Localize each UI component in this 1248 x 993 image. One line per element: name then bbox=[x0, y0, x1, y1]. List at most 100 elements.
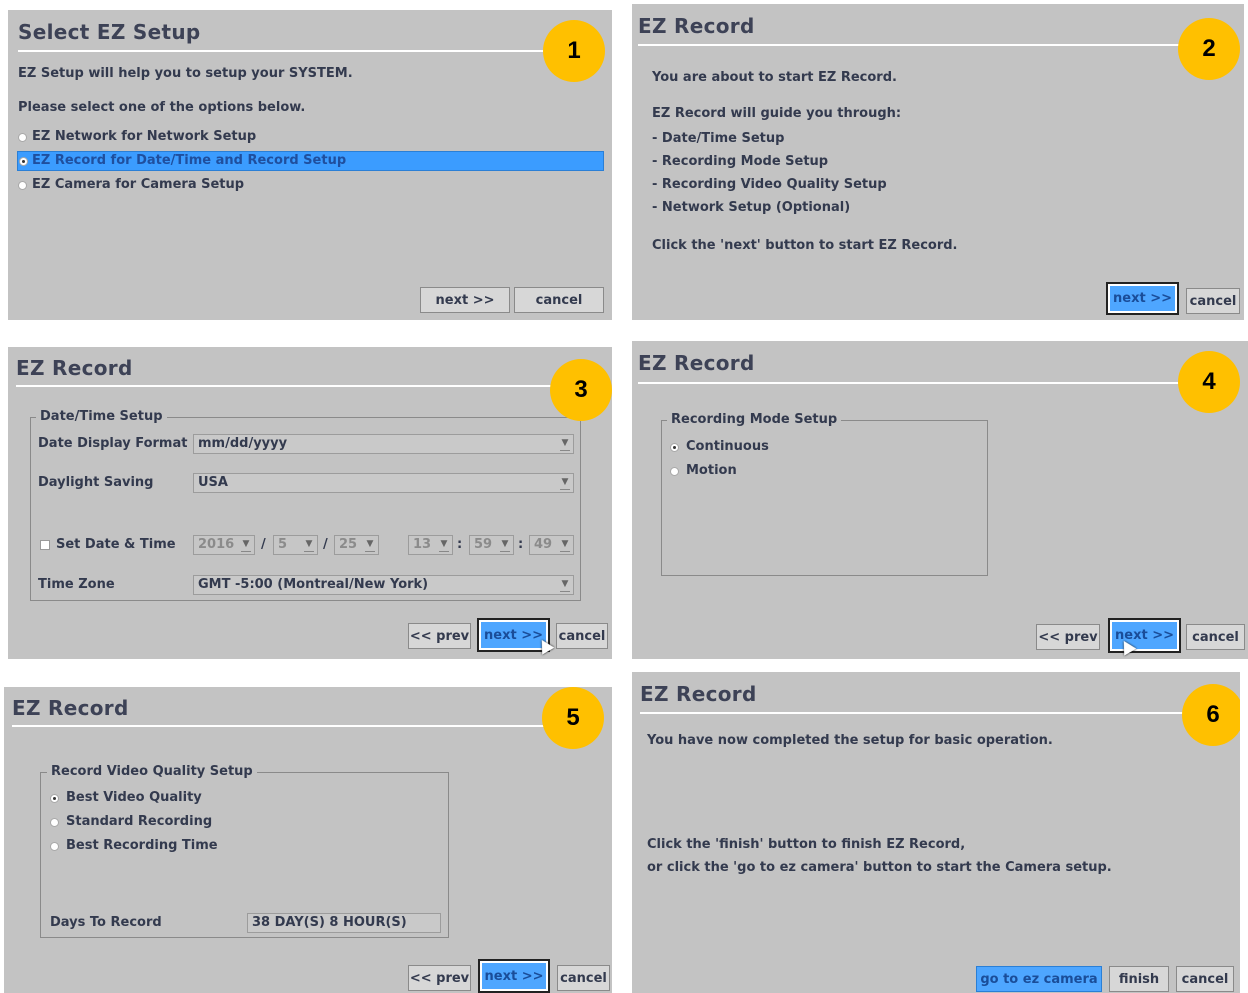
step-item: - Recording Video Quality Setup bbox=[652, 177, 887, 192]
prev-button[interactable]: << prev bbox=[408, 623, 471, 649]
cancel-button[interactable]: cancel bbox=[514, 287, 604, 313]
title-divider bbox=[640, 712, 1200, 714]
panel-title: EZ Record bbox=[638, 351, 755, 375]
step-badge-6: 6 bbox=[1182, 684, 1240, 746]
option-best-recording-time[interactable]: Best Recording Time bbox=[48, 837, 298, 857]
chevron-down-icon: ▼ bbox=[304, 539, 314, 552]
next-button[interactable]: next >> bbox=[420, 287, 510, 313]
next-button[interactable]: next >> bbox=[1106, 282, 1179, 315]
option-motion[interactable]: Motion bbox=[668, 462, 868, 482]
option-ez-network[interactable]: EZ Network for Network Setup bbox=[16, 127, 604, 149]
chevron-down-icon: ▼ bbox=[560, 438, 570, 451]
chevron-down-icon: ▼ bbox=[241, 539, 251, 552]
option-label: Continuous bbox=[686, 439, 769, 454]
days-to-record-label: Days To Record bbox=[50, 915, 162, 930]
set-date-time-label: Set Date & Time bbox=[56, 537, 176, 552]
second-select[interactable]: 49 ▼ bbox=[529, 535, 574, 555]
option-standard-recording[interactable]: Standard Recording bbox=[48, 813, 298, 833]
radio-button[interactable] bbox=[18, 133, 27, 142]
panel-recording-mode-setup: EZ Record Recording Mode Setup Continuou… bbox=[632, 341, 1248, 659]
panel-select-ez-setup: Select EZ Setup EZ Setup will help you t… bbox=[8, 10, 612, 320]
date-format-value: mm/dd/yyyy bbox=[198, 436, 288, 451]
option-ez-record-selected[interactable]: EZ Record for Date/Time and Record Setup bbox=[17, 151, 604, 171]
year-select[interactable]: 2016 ▼ bbox=[193, 535, 255, 555]
daylight-saving-label: Daylight Saving bbox=[38, 475, 154, 490]
camera-instruction: or click the 'go to ez camera' button to… bbox=[647, 860, 1112, 875]
prev-button[interactable]: << prev bbox=[1036, 624, 1100, 650]
radio-button[interactable] bbox=[50, 818, 59, 827]
intro-text: You are about to start EZ Record. bbox=[652, 70, 897, 85]
daylight-saving-select[interactable]: USA ▼ bbox=[193, 473, 574, 493]
radio-button[interactable] bbox=[18, 181, 27, 190]
month-select[interactable]: 5 ▼ bbox=[273, 535, 318, 555]
time-zone-select[interactable]: GMT -5:00 (Montreal/New York) ▼ bbox=[193, 575, 574, 595]
step-badge-2: 2 bbox=[1178, 18, 1240, 80]
chevron-down-icon: ▼ bbox=[560, 579, 570, 592]
minute-select[interactable]: 59 ▼ bbox=[469, 535, 514, 555]
step-item: - Recording Mode Setup bbox=[652, 154, 829, 169]
prev-button[interactable]: << prev bbox=[408, 965, 471, 991]
date-format-select[interactable]: mm/dd/yyyy ▼ bbox=[193, 434, 574, 454]
option-label: EZ Camera for Camera Setup bbox=[32, 177, 245, 192]
panel-video-quality-setup: EZ Record Record Video Quality Setup Bes… bbox=[4, 687, 612, 993]
option-label: Best Video Quality bbox=[66, 790, 202, 805]
cancel-button[interactable]: cancel bbox=[557, 965, 610, 991]
radio-button[interactable] bbox=[670, 443, 679, 452]
intro-text: EZ Setup will help you to setup your SYS… bbox=[18, 66, 353, 81]
group-label: Record Video Quality Setup bbox=[47, 764, 257, 779]
cancel-button[interactable]: cancel bbox=[556, 623, 608, 649]
option-label: Standard Recording bbox=[66, 814, 213, 829]
option-continuous[interactable]: Continuous bbox=[668, 438, 868, 458]
step-badge-3: 3 bbox=[550, 359, 612, 421]
cancel-button[interactable]: cancel bbox=[1186, 288, 1240, 314]
step-badge-4: 4 bbox=[1178, 351, 1240, 413]
group-label: Recording Mode Setup bbox=[667, 412, 842, 427]
chevron-down-icon: ▼ bbox=[560, 477, 570, 490]
year-value: 2016 bbox=[198, 537, 235, 552]
next-button[interactable]: next >> bbox=[478, 959, 550, 993]
panel-title: Select EZ Setup bbox=[18, 20, 201, 44]
title-divider bbox=[638, 382, 1198, 384]
title-divider bbox=[18, 50, 578, 52]
panel-title: EZ Record bbox=[640, 682, 757, 706]
panel-date-time-setup: EZ Record Date/Time Setup Date Display F… bbox=[8, 347, 612, 659]
day-select[interactable]: 25 ▼ bbox=[334, 535, 379, 555]
second-value: 49 bbox=[534, 537, 553, 552]
finish-instruction: Click the 'finish' button to finish EZ R… bbox=[647, 837, 966, 852]
option-ez-camera[interactable]: EZ Camera for Camera Setup bbox=[16, 175, 604, 197]
set-date-time-checkbox[interactable] bbox=[40, 540, 50, 550]
chevron-down-icon: ▼ bbox=[560, 539, 570, 552]
option-best-video-quality[interactable]: Best Video Quality bbox=[48, 789, 298, 809]
date-format-label: Date Display Format bbox=[38, 436, 188, 451]
radio-button[interactable] bbox=[19, 157, 28, 166]
finish-button[interactable]: finish bbox=[1109, 966, 1169, 992]
chevron-down-icon: ▼ bbox=[365, 539, 375, 552]
hour-select[interactable]: 13 ▼ bbox=[408, 535, 453, 555]
option-label: Best Recording Time bbox=[66, 838, 218, 853]
step-item: - Network Setup (Optional) bbox=[652, 200, 851, 215]
radio-button[interactable] bbox=[50, 794, 59, 803]
time-zone-label: Time Zone bbox=[38, 577, 115, 592]
panel-title: EZ Record bbox=[16, 356, 133, 380]
hour-value: 13 bbox=[413, 537, 432, 552]
footer-text: Click the 'next' button to start EZ Reco… bbox=[652, 238, 958, 253]
panel-setup-complete: EZ Record You have now completed the set… bbox=[632, 672, 1240, 993]
date-separator: / bbox=[323, 537, 328, 552]
day-value: 25 bbox=[339, 537, 358, 552]
panel-ez-record-intro: EZ Record You are about to start EZ Reco… bbox=[632, 4, 1244, 320]
cancel-button[interactable]: cancel bbox=[1176, 966, 1234, 992]
panel-title: EZ Record bbox=[12, 696, 129, 720]
radio-button[interactable] bbox=[670, 467, 679, 476]
option-label: Motion bbox=[686, 463, 737, 478]
go-to-ez-camera-button[interactable]: go to ez camera bbox=[976, 966, 1102, 992]
time-zone-value: GMT -5:00 (Montreal/New York) bbox=[198, 577, 429, 592]
step-item: - Date/Time Setup bbox=[652, 131, 785, 146]
radio-button[interactable] bbox=[50, 842, 59, 851]
days-to-record-value: 38 DAY(S) 8 HOUR(S) bbox=[247, 913, 441, 933]
time-separator: : bbox=[518, 537, 524, 552]
completed-text: You have now completed the setup for bas… bbox=[647, 733, 1053, 748]
option-label: EZ Record for Date/Time and Record Setup bbox=[32, 153, 347, 168]
title-divider bbox=[12, 725, 572, 727]
chevron-down-icon: ▼ bbox=[439, 539, 449, 552]
cancel-button[interactable]: cancel bbox=[1186, 624, 1245, 650]
